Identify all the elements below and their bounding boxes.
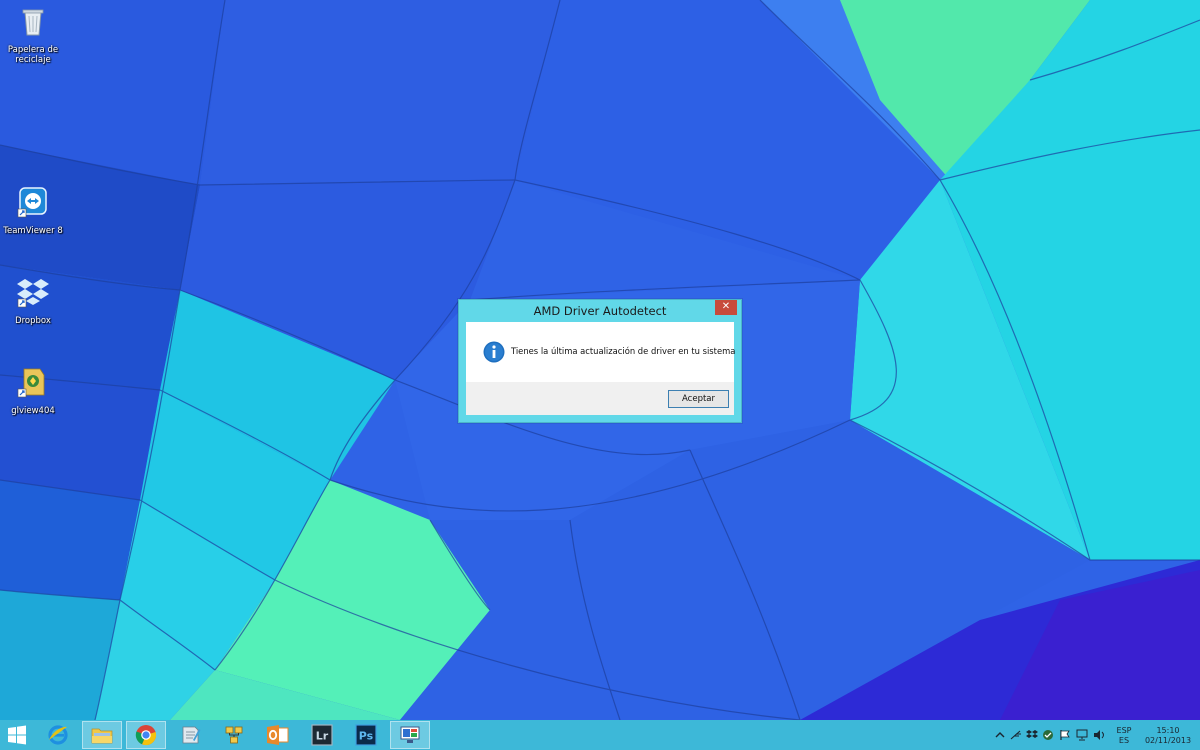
amd-autodetect-icon <box>400 726 420 743</box>
action-center-flag-icon[interactable] <box>1059 729 1071 741</box>
clock-time: 15:10 <box>1156 726 1180 735</box>
tray-security-icon[interactable] <box>1042 729 1054 741</box>
taskbar-app-internet-explorer[interactable] <box>38 721 78 749</box>
accept-button[interactable]: Aceptar <box>668 390 729 408</box>
desktop-icon-label: reciclaje <box>15 55 51 65</box>
desktop-icon-dropbox[interactable]: Dropbox <box>0 275 66 326</box>
dropbox-icon <box>17 279 49 308</box>
dialog-footer: Aceptar <box>466 382 734 415</box>
desktop-icon-label: Dropbox <box>15 316 51 326</box>
show-hidden-icons-chevron-icon[interactable] <box>994 729 1006 741</box>
desktop-icon-glview[interactable]: glview404 <box>0 365 66 416</box>
taskbar-app-network-tool[interactable] <box>214 721 254 749</box>
internet-explorer-icon <box>48 725 68 745</box>
dialog-title: AMD Driver Autodetect <box>533 304 667 318</box>
language-code-bottom: ES <box>1118 736 1130 745</box>
info-icon <box>483 341 505 363</box>
language-indicator[interactable]: ESP ES <box>1112 726 1136 746</box>
photoshop-text: Ps <box>359 730 374 743</box>
taskbar-app-chrome[interactable] <box>126 721 166 749</box>
dialog-body: Tienes la última actualización de driver… <box>466 322 736 415</box>
lightroom-icon: Lr <box>311 724 333 746</box>
taskbar-app-amd-autodetect[interactable] <box>390 721 430 749</box>
glview-icon <box>17 368 45 398</box>
desktop-icon-teamviewer[interactable]: TeamViewer 8 <box>0 185 66 236</box>
lightroom-text: Lr <box>316 730 329 743</box>
network-status-icon[interactable] <box>1076 729 1088 741</box>
desktop-icon-label: glview404 <box>11 406 55 416</box>
volume-icon[interactable] <box>1093 729 1105 741</box>
photoshop-icon: Ps <box>355 724 377 746</box>
taskbar: Lr Ps ESP ES 15:10 02/11/2013 <box>0 720 1200 750</box>
tray-dropbox-icon[interactable] <box>1026 729 1038 741</box>
language-code-top: ESP <box>1116 726 1132 735</box>
recycle-bin-icon <box>22 9 44 36</box>
taskbar-app-notes[interactable] <box>170 721 210 749</box>
close-icon: ✕ <box>721 301 731 312</box>
amd-autodetect-dialog: AMD Driver Autodetect ✕ Tienes la última… <box>458 299 742 423</box>
chrome-icon <box>135 725 157 746</box>
network-icon <box>225 726 243 744</box>
dialog-message: Tienes la última actualización de driver… <box>511 346 736 356</box>
taskbar-app-lightroom[interactable]: Lr <box>302 721 342 749</box>
folder-icon <box>91 728 113 744</box>
clock[interactable]: 15:10 02/11/2013 <box>1140 726 1196 746</box>
desktop-icon-recycle-bin[interactable]: Papelera de reciclaje <box>0 4 66 65</box>
dialog-message-area: Tienes la última actualización de driver… <box>466 322 736 382</box>
desktop-icon-label: Papelera de <box>7 45 59 55</box>
tray-feather-icon[interactable] <box>1010 729 1022 741</box>
outlook-icon <box>267 725 289 745</box>
taskbar-app-outlook[interactable] <box>258 721 298 749</box>
notepad-icon <box>182 726 201 744</box>
taskbar-app-file-explorer[interactable] <box>82 721 122 749</box>
close-button[interactable]: ✕ <box>715 300 737 315</box>
windows-start-icon[interactable] <box>6 724 28 746</box>
clock-date: 02/11/2013 <box>1144 736 1192 745</box>
taskbar-app-photoshop[interactable]: Ps <box>346 721 386 749</box>
teamviewer-icon <box>17 187 47 218</box>
desktop-icon-label: TeamViewer 8 <box>3 226 63 236</box>
